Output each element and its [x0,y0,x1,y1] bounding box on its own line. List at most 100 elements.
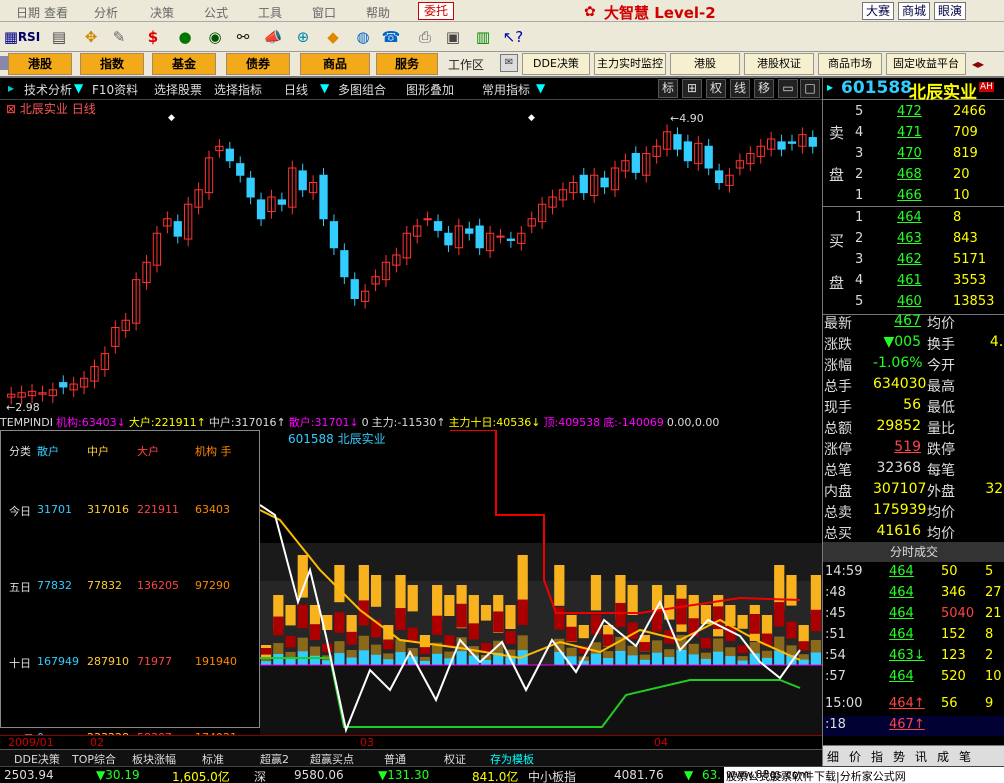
dropdown-icon[interactable]: ▼ [536,81,545,95]
panel-tab[interactable]: 成 [937,748,949,765]
tab-standard[interactable]: 标准 [202,751,224,767]
workarea-dropdown[interactable]: ✉ [500,54,518,72]
minimize-icon[interactable]: ▭ [778,79,798,98]
ask-row[interactable]: 3 470 819 [823,144,1004,165]
dropdown-icon[interactable]: ▼ [320,81,329,95]
panel-tab[interactable]: 势 [893,748,905,765]
tab-select-stock[interactable]: 选择股票 [154,81,202,98]
tab-daily[interactable]: 日线 [284,81,308,98]
close-icon[interactable]: □ [800,79,820,98]
menu-tools[interactable]: 工具 [258,4,282,21]
tab-super2[interactable]: 超赢2 [260,751,289,767]
flow-bar [517,599,528,625]
flow-bar [713,651,724,665]
globe2-icon[interactable]: ◍ [352,26,374,48]
move-button[interactable]: 移 [754,79,774,98]
megaphone-icon[interactable]: 📣 [262,26,284,48]
bid-row[interactable]: 4 461 3553 [823,271,1004,292]
mall-button[interactable]: 商城 [898,2,931,20]
tab-top[interactable]: TOP综合 [72,751,116,767]
flow-bar [810,639,821,655]
menu-view[interactable]: 查看 [44,4,68,21]
indicator-value: 中户:317016↑ [208,416,286,429]
rsi-icon[interactable]: RSI [16,26,42,48]
traffic-icon[interactable]: ● [174,26,196,48]
quick-fund-button[interactable]: 基金 [152,53,216,75]
calendar-icon[interactable]: ▣ [442,26,464,48]
traffic2-icon[interactable]: ◉ [204,26,226,48]
ask-row[interactable]: 2 468 20 [823,165,1004,186]
quick-fixed-button[interactable]: 固定收益平台 [886,53,966,75]
menu-analysis[interactable]: 分析 [94,4,118,21]
panel-tab[interactable]: 笔 [959,748,971,765]
menu-formula[interactable]: 公式 [204,4,228,21]
dropdown-icon[interactable]: ▼ [74,81,83,95]
scroll-right-icon[interactable]: ◂▸ [972,57,984,71]
bid-row[interactable]: 1 464 8 [823,208,1004,229]
flow-bar [639,642,650,651]
panel-tab[interactable]: 指 [871,748,883,765]
ad-banner[interactable]: 股票公式股票软件下载|分析家公式网 www.88gs.com [724,767,1004,783]
quick-monitor-button[interactable]: 主力实时监控 [594,53,666,75]
dollar-icon[interactable]: $ [142,26,164,48]
ask-row[interactable]: 5 472 2466 [823,102,1004,123]
tab-select-indicator[interactable]: 选择指标 [214,81,262,98]
quick-market-button[interactable]: 商品市场 [818,53,882,75]
tab-multi-chart[interactable]: 多图组合 [338,81,386,98]
trade-button[interactable]: 委托 [418,2,454,20]
print-icon[interactable]: ⎙ [414,26,436,48]
tab-common-indicator[interactable]: 常用指标 [482,81,530,98]
quick-service-button[interactable]: 服务 [376,53,438,75]
binoculars-icon[interactable]: ⚯ [232,26,254,48]
tab-sector[interactable]: 板块涨幅 [132,751,176,767]
quick-commodity-button[interactable]: 商品 [300,53,370,75]
quick-index-button[interactable]: 指数 [80,53,144,75]
contest-button[interactable]: 大赛 [862,2,895,20]
diamond-icon[interactable]: ◆ [322,26,344,48]
tab-tech-analysis[interactable]: 技术分析 [24,81,72,98]
quick-bond-button[interactable]: 债券 [226,53,290,75]
tab-f10[interactable]: F10资料 [92,81,138,98]
phone-icon[interactable]: ☎ [380,26,402,48]
tab-normal[interactable]: 普通 [384,751,406,767]
capital-flow-chart[interactable] [260,430,822,735]
panel-tab[interactable]: 讯 [915,748,927,765]
ask-row[interactable]: 1 466 10 [823,186,1004,207]
tab-super-buy[interactable]: 超赢买点 [310,751,354,767]
tab-overlay[interactable]: 图形叠加 [406,81,454,98]
tab-warrant[interactable]: 权证 [444,751,466,767]
mark-button[interactable]: 标 [658,79,678,98]
move-icon[interactable]: ✥ [80,26,102,48]
quick-dde-button[interactable]: DDE决策 [522,53,590,75]
quick-hk2-button[interactable]: 港股 [670,53,740,75]
chart-icon[interactable]: ▥ [472,26,494,48]
menu-decision[interactable]: 决策 [150,4,174,21]
globe-icon[interactable]: ⊕ [292,26,314,48]
prev-stock-icon[interactable]: ▸ [827,80,833,94]
ticks-title[interactable]: 分时成交 [823,542,1004,562]
tab-save-template[interactable]: 存为模板 [490,751,534,767]
quick-hk-button[interactable]: 港股 [8,53,72,75]
pencil-icon[interactable]: ✎ [108,26,130,48]
indicator-row: TEMPINDI 机构:63403↓ 大户:221911↑ 中户:317016↑ 散户:… [0,414,822,429]
tab-dde[interactable]: DDE决策 [14,751,60,767]
cursor-help-icon[interactable]: ↖? [502,26,524,48]
panel-tab[interactable]: 价 [849,748,861,765]
ask-row[interactable]: 4 471 709 [823,123,1004,144]
bid-row[interactable]: 5 460 13853 [823,292,1004,313]
panel-tab[interactable]: 细 [827,748,839,765]
demo-button[interactable]: 眼演 [934,2,967,20]
quick-warrant-button[interactable]: 港股权证 [744,53,814,75]
menu-window[interactable]: 窗口 [312,4,336,21]
crosshair-icon[interactable]: ⊞ [682,79,702,98]
menu-date[interactable]: 日期 [16,4,40,21]
kline-chart[interactable]: ◆ ◆ [0,100,822,415]
bid-row[interactable]: 3 462 5171 [823,250,1004,271]
rights-button[interactable]: 权 [706,79,726,98]
menu-help[interactable]: 帮助 [366,4,390,21]
toolbar: ▦ RSI ▤ ✥ ✎ $ ● ◉ ⚯ 📣 ⊕ ◆ ◍ ☎ ⎙ ▣ ▥ ↖? [0,22,1004,52]
line-button[interactable]: 线 [730,79,750,98]
table-icon[interactable]: ▤ [48,26,70,48]
bid-row[interactable]: 2 463 843 [823,229,1004,250]
marker-icon: ◆ [168,113,175,123]
